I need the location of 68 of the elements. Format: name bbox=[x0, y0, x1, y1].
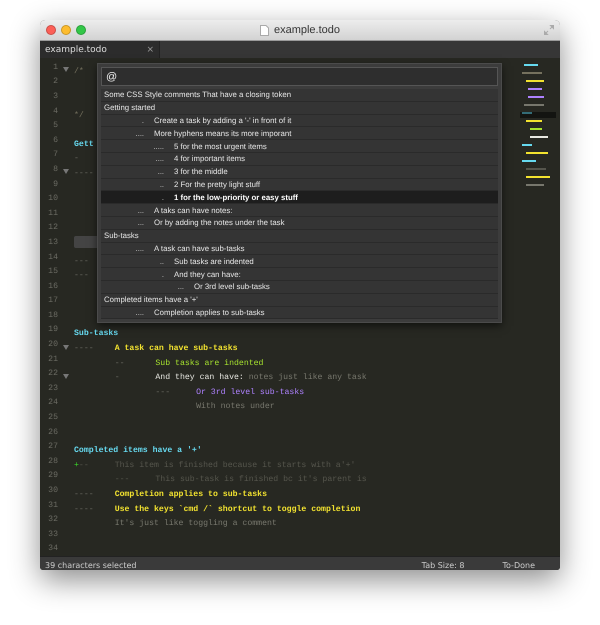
line-number: 3 bbox=[52, 92, 58, 101]
code-line: ---- Completion applies to sub-tasks bbox=[74, 489, 267, 500]
line-number: 28 bbox=[47, 456, 58, 466]
line-number: 4 bbox=[52, 106, 58, 116]
line-number: 23 bbox=[47, 384, 58, 393]
line-number: 10 bbox=[47, 194, 58, 204]
code-line: - And they can have: notes just like any task bbox=[114, 372, 367, 384]
code-line: /* bbox=[74, 66, 84, 77]
code-line: Sub-tasks bbox=[74, 328, 118, 340]
symbol-search-field[interactable]: @ bbox=[101, 67, 498, 86]
code-line: --- Or 3rd level sub-tasks bbox=[154, 386, 304, 398]
line-number: 12 bbox=[47, 223, 58, 232]
tab-size-status[interactable]: Tab Size: 8 bbox=[422, 561, 464, 570]
tab-label: example.todo bbox=[45, 44, 107, 54]
file-tab[interactable]: example.todo × bbox=[40, 41, 160, 58]
code-line: With notes under bbox=[195, 401, 275, 412]
fold-arrow-icon[interactable] bbox=[63, 169, 69, 174]
code-line: ---- A task can have sub-tasks bbox=[74, 343, 238, 354]
code-line: --- bbox=[74, 256, 89, 267]
line-number: 19 bbox=[47, 325, 58, 334]
code-line: Gett bbox=[74, 138, 94, 150]
line-number: 26 bbox=[47, 428, 58, 437]
line-number: 17 bbox=[47, 296, 58, 306]
fold-arrow-icon[interactable] bbox=[63, 67, 69, 72]
line-number: 15 bbox=[47, 267, 58, 276]
close-button[interactable] bbox=[46, 25, 56, 35]
tab-close-button[interactable]: × bbox=[146, 44, 154, 54]
code-line: --- bbox=[74, 270, 89, 282]
line-number: 33 bbox=[47, 530, 58, 539]
line-number: 6 bbox=[52, 136, 58, 145]
selection-status: 39 characters selected bbox=[45, 561, 137, 570]
line-number: 13 bbox=[47, 238, 58, 247]
zoom-button[interactable] bbox=[76, 25, 86, 35]
line-number: 31 bbox=[47, 500, 58, 510]
document-icon bbox=[260, 24, 269, 36]
line-number: 32 bbox=[47, 515, 58, 524]
window-title: example.todo bbox=[274, 24, 340, 36]
line-number: 27 bbox=[47, 442, 58, 452]
line-number: 5 bbox=[52, 121, 58, 130]
line-number: 18 bbox=[47, 310, 58, 320]
code-line: ---- Use the keys `cmd /` shortcut to toggle completion bbox=[74, 504, 360, 515]
fold-arrow-icon[interactable] bbox=[63, 374, 69, 379]
code-line: Completed items have a '+' bbox=[74, 445, 202, 456]
line-number: 1 bbox=[52, 62, 58, 72]
fullscreen-icon[interactable] bbox=[544, 25, 554, 35]
line-number: 20 bbox=[47, 340, 58, 350]
fold-arrow-icon[interactable] bbox=[63, 344, 69, 350]
line-number: 11 bbox=[47, 208, 58, 218]
line-number: 22 bbox=[47, 369, 58, 378]
line-number: 24 bbox=[47, 398, 58, 408]
line-number: 30 bbox=[47, 486, 58, 496]
line-number: 16 bbox=[47, 282, 58, 291]
code-line: */ bbox=[74, 110, 84, 121]
line-number: 8 bbox=[52, 164, 58, 174]
line-number: 9 bbox=[52, 180, 58, 189]
syntax-status[interactable]: To-Done bbox=[502, 561, 535, 570]
line-number: 34 bbox=[47, 544, 58, 554]
line-number: 29 bbox=[47, 471, 58, 480]
code-line: ---- bbox=[74, 168, 94, 179]
line-number: 25 bbox=[47, 413, 58, 422]
code-line: It's just like toggling a comment bbox=[114, 518, 277, 530]
minimize-button[interactable] bbox=[61, 25, 71, 35]
line-number: 21 bbox=[47, 354, 58, 364]
line-number: 14 bbox=[47, 252, 58, 262]
code-line: - bbox=[74, 153, 79, 164]
line-number: 2 bbox=[52, 77, 58, 86]
line-number: 7 bbox=[52, 150, 58, 160]
code-line: -- Sub tasks are indented bbox=[114, 358, 264, 369]
